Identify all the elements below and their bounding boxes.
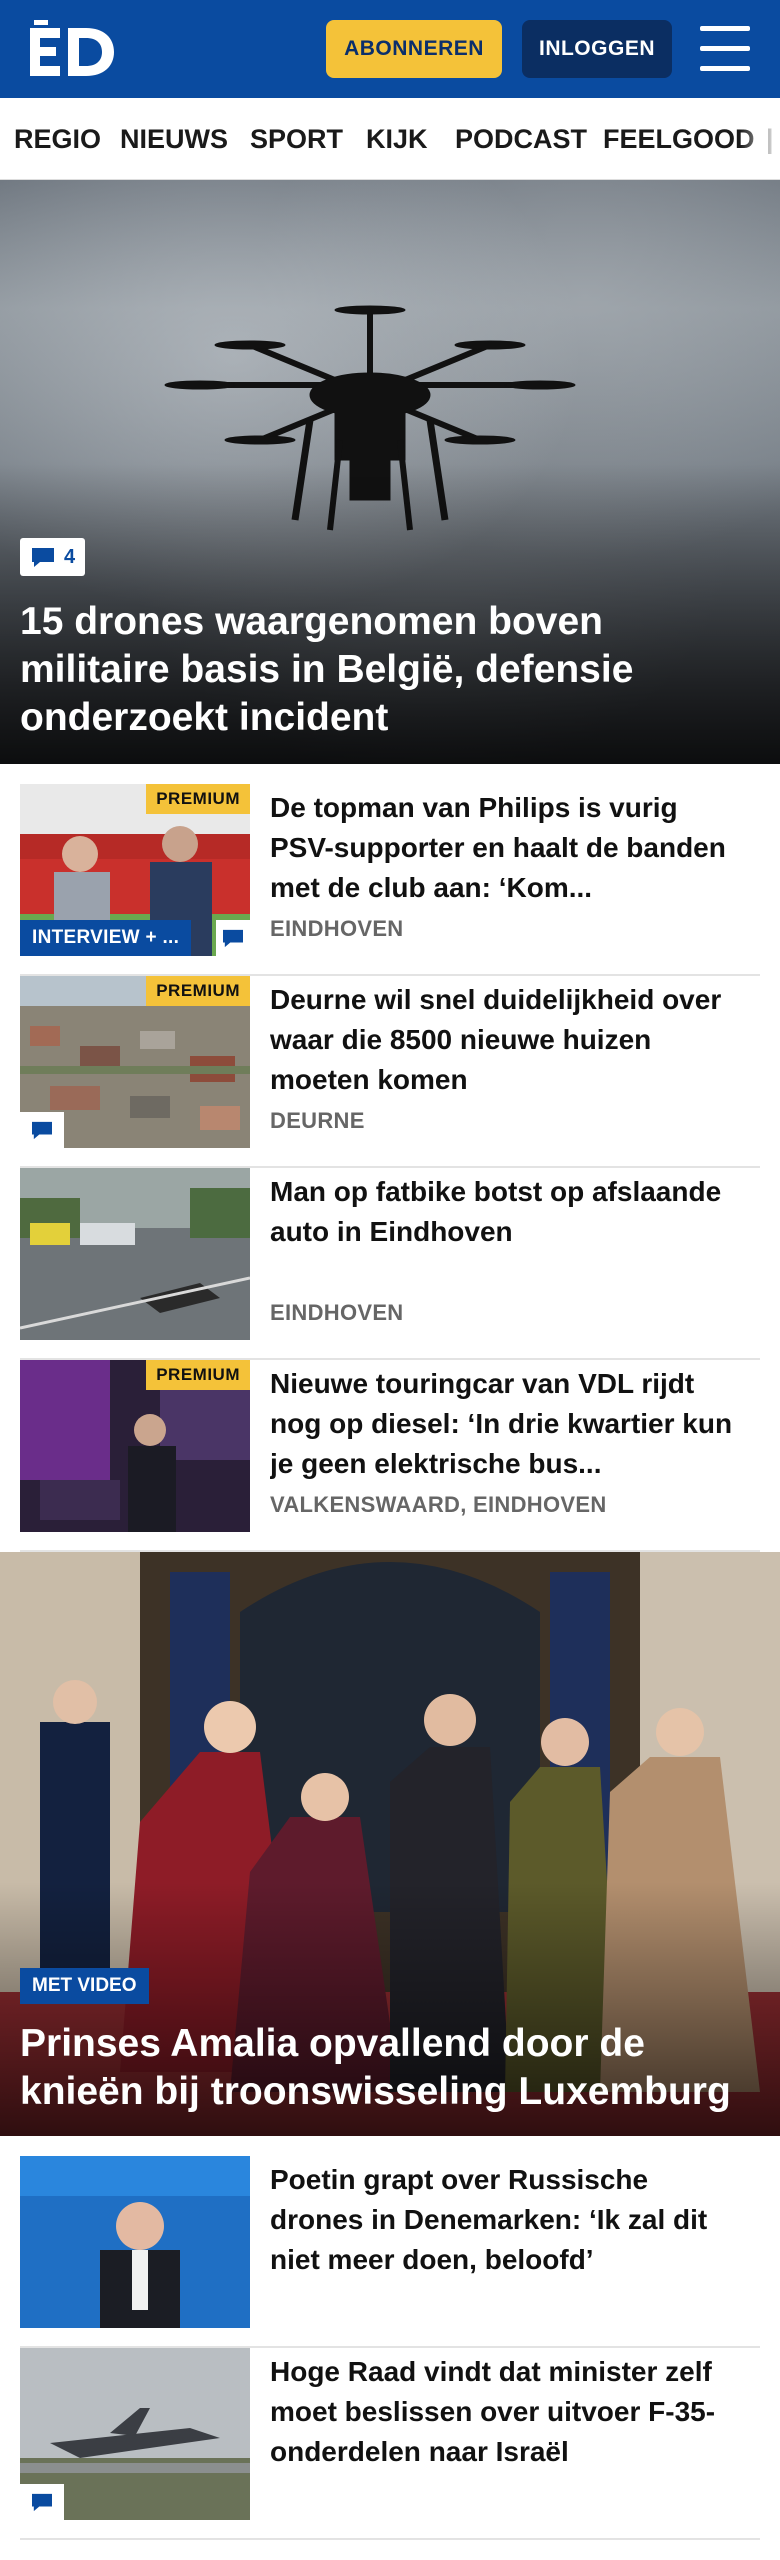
- hero-article[interactable]: 4 15 drones waargenomen boven militaire …: [0, 180, 780, 764]
- nav-fade: [740, 98, 780, 179]
- article-thumbnail: [20, 2348, 250, 2520]
- hamburger-menu-icon[interactable]: [698, 24, 752, 74]
- hero-article-2[interactable]: MET VIDEO Prinses Amalia opvallend door …: [0, 1552, 780, 2136]
- premium-badge: PREMIUM: [146, 1360, 250, 1390]
- article-thumbnail: PREMIUM: [20, 1360, 250, 1532]
- article-location: VALKENSWAARD, EINDHOVEN: [270, 1492, 607, 1517]
- comment-icon: [32, 548, 54, 567]
- article-row[interactable]: PREMIUM INTERVIEW + ... De topman van Ph…: [20, 784, 760, 976]
- premium-badge: PREMIUM: [146, 784, 250, 814]
- section-nav: REGIO NIEUWS SPORT KIJK PODCAST FEELGOOD…: [0, 98, 780, 180]
- comment-count: 4: [64, 545, 76, 568]
- nav-item-podcast[interactable]: PODCAST: [455, 124, 587, 155]
- nav-item-regio[interactable]: REGIO: [14, 124, 101, 155]
- nav-item-kijk[interactable]: KIJK: [366, 124, 428, 155]
- ed-logo[interactable]: [28, 20, 116, 78]
- article-thumbnail: PREMIUM: [20, 976, 250, 1148]
- article-row[interactable]: PREMIUM Nieuwe touringcar van VDL rijdt …: [20, 1360, 760, 1552]
- article-location: DEURNE: [270, 1108, 365, 1133]
- article-title[interactable]: Man op fatbike botst op afslaande auto i…: [270, 1172, 740, 1252]
- comment-icon: [20, 1112, 64, 1148]
- article-title[interactable]: Poetin grapt over Russische drones in De…: [270, 2160, 740, 2280]
- article-row[interactable]: PREMIUM Deurne wil snel duidelijkheid ov…: [20, 976, 760, 1168]
- article-row[interactable]: Hoge Raad vindt dat minister zelf moet b…: [20, 2348, 760, 2540]
- article-thumbnail: PREMIUM INTERVIEW + ...: [20, 784, 250, 956]
- nav-item-sport[interactable]: SPORT: [250, 124, 343, 155]
- nav-item-feelgood[interactable]: FEELGOOD: [603, 124, 755, 155]
- article-location: EINDHOVEN: [270, 916, 404, 941]
- video-tag: MET VIDEO: [20, 1968, 149, 2004]
- article-thumbnail: [20, 1168, 250, 1340]
- comment-count-badge[interactable]: 4: [20, 538, 86, 576]
- hero-title[interactable]: 15 drones waargenomen boven militaire ba…: [20, 598, 740, 742]
- interview-tag: INTERVIEW + ...: [20, 920, 192, 956]
- article-title[interactable]: De topman van Philips is vurig PSV-suppo…: [270, 788, 740, 908]
- article-title[interactable]: Deurne wil snel duidelijkheid over waar …: [270, 980, 740, 1100]
- login-button[interactable]: INLOGGEN: [522, 20, 672, 78]
- article-title[interactable]: Nieuwe touringcar van VDL rijdt nog op d…: [270, 1364, 740, 1484]
- article-title[interactable]: Hoge Raad vindt dat minister zelf moet b…: [270, 2352, 740, 2472]
- comment-icon: [216, 920, 250, 956]
- hero2-title[interactable]: Prinses Amalia opvallend door de knieën …: [20, 2020, 770, 2116]
- site-header: ABONNEREN INLOGGEN: [0, 0, 780, 98]
- article-row[interactable]: Poetin grapt over Russische drones in De…: [20, 2156, 760, 2348]
- subscribe-button[interactable]: ABONNEREN: [326, 20, 502, 78]
- article-row[interactable]: Man op fatbike botst op afslaande auto i…: [20, 1168, 760, 1360]
- article-location: EINDHOVEN: [270, 1300, 404, 1325]
- premium-badge: PREMIUM: [146, 976, 250, 1006]
- nav-item-nieuws[interactable]: NIEUWS: [120, 124, 228, 155]
- comment-icon: [20, 2484, 64, 2520]
- article-thumbnail: [20, 2156, 250, 2328]
